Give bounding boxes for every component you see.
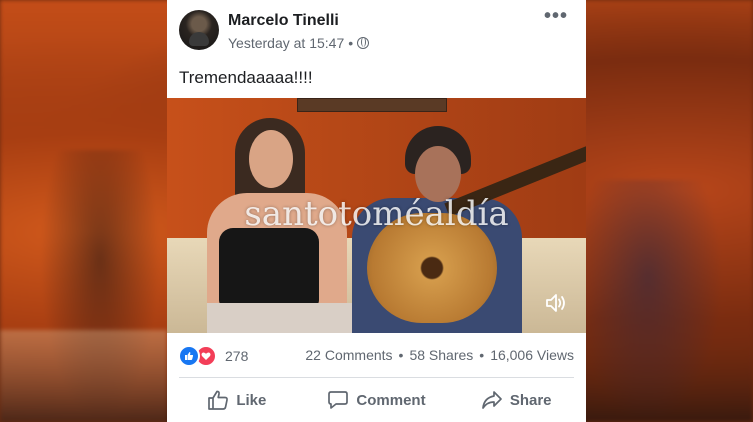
post-timestamp[interactable]: Yesterday at 15:47 [228,35,344,51]
post-meta: Yesterday at 15:47 • [228,35,370,51]
author-name[interactable]: Marcelo Tinelli [228,12,339,30]
more-options-icon[interactable]: ••• [544,6,568,26]
background-blur-right [573,180,723,422]
wall-frame [297,98,447,112]
volume-icon[interactable] [545,292,569,314]
globe-icon[interactable] [357,37,370,49]
reactions-summary[interactable]: 278 [178,345,248,367]
comment-icon [328,391,349,409]
share-label: Share [509,391,552,409]
share-arrow-icon [481,391,502,409]
thumbs-up-icon [208,390,229,410]
stats-dot: • [398,347,404,363]
like-reaction-icon [178,345,200,367]
reaction-count: 278 [225,348,249,364]
comment-button[interactable]: Comment [307,378,447,422]
post-text: Tremendaaaaa!!!! [179,68,313,87]
shares-count[interactable]: 58 Shares [409,347,473,363]
comment-label: Comment [356,391,426,409]
background-blur-bottom [0,330,167,422]
watermark: santotoméaldía [244,194,509,234]
views-count: 16,006 Views [490,347,574,363]
post-stats: 278 22 Comments • 58 Shares • 16,006 Vie… [167,335,586,375]
stats-dot: • [479,347,485,363]
comments-count[interactable]: 22 Comments [305,347,392,363]
singer-face [249,130,293,188]
like-label: Like [236,391,267,409]
video-player[interactable]: santotoméaldía [167,98,586,333]
engagement-stats: 22 Comments • 58 Shares • 16,006 Views [305,347,574,363]
share-button[interactable]: Share [446,378,586,422]
meta-separator: • [348,35,354,51]
post-header: Marcelo Tinelli Yesterday at 15:47 • ••• [167,0,586,60]
facebook-post-card: Marcelo Tinelli Yesterday at 15:47 • •••… [167,0,586,422]
singer-top [219,228,319,308]
author-avatar[interactable] [179,10,219,50]
like-button[interactable]: Like [167,378,307,422]
singer-legs [207,303,357,333]
post-actions: Like Comment Share [167,378,586,422]
